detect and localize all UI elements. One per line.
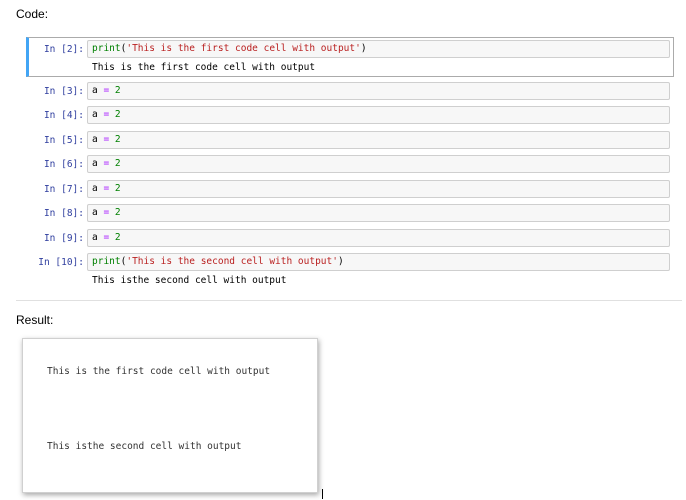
cell-input[interactable]: a = 2 — [87, 106, 670, 124]
cell-prompt: In [10]: — [38, 257, 84, 268]
cell-input[interactable]: a = 2 — [87, 155, 670, 173]
result-line-second: This isthe second cell with output — [47, 441, 242, 452]
cell-prompt: In [6]: — [43, 159, 84, 170]
code-token: a — [92, 232, 104, 243]
cell-input[interactable]: a = 2 — [87, 180, 670, 198]
cell-input[interactable]: a = 2 — [87, 131, 670, 149]
text-cursor — [322, 489, 323, 499]
cell-prompt: In [4]: — [43, 110, 84, 121]
code-token: ) — [337, 256, 344, 267]
code-token: 2 — [114, 158, 121, 169]
code-token: 2 — [114, 232, 121, 243]
cell-input[interactable]: a = 2 — [87, 204, 670, 222]
code-heading: Code: — [16, 7, 49, 21]
code-token: 2 — [114, 109, 121, 120]
cell-output: This is the first code cell with output — [92, 62, 316, 73]
cell-prompt: In [3]: — [43, 86, 84, 97]
code-token: 2 — [114, 207, 121, 218]
cell-input[interactable]: print('This is the first code cell with … — [87, 40, 670, 58]
code-token: ) — [360, 43, 367, 54]
code-token: a — [92, 134, 104, 145]
code-token: a — [92, 109, 104, 120]
cell-prompt: In [5]: — [43, 135, 84, 146]
result-heading: Result: — [16, 313, 54, 327]
cell-input[interactable]: a = 2 — [87, 229, 670, 247]
cell-input[interactable]: a = 2 — [87, 82, 670, 100]
code-token: a — [92, 207, 104, 218]
code-token: 'This is the first code cell with output… — [126, 43, 361, 54]
code-token: 2 — [114, 134, 121, 145]
code-token: a — [92, 183, 104, 194]
cell-input[interactable]: print('This is the second cell with outp… — [87, 253, 670, 271]
cell-output: This isthe second cell with output — [92, 275, 287, 286]
section-divider — [16, 300, 682, 301]
code-token: a — [92, 85, 104, 96]
code-token: a — [92, 158, 104, 169]
code-token: 2 — [114, 183, 121, 194]
code-token: 'This is the second cell with output' — [126, 256, 338, 267]
code-token: 2 — [114, 85, 121, 96]
result-line-first: This is the first code cell with output — [47, 366, 271, 377]
code-token: print — [92, 256, 121, 267]
cell-prompt: In [8]: — [43, 208, 84, 219]
code-token: print — [92, 43, 121, 54]
result-panel: This is the first code cell with output … — [22, 338, 318, 493]
cell-prompt: In [9]: — [43, 233, 84, 244]
cell-prompt: In [2]: — [43, 44, 84, 55]
cell-prompt: In [7]: — [43, 184, 84, 195]
